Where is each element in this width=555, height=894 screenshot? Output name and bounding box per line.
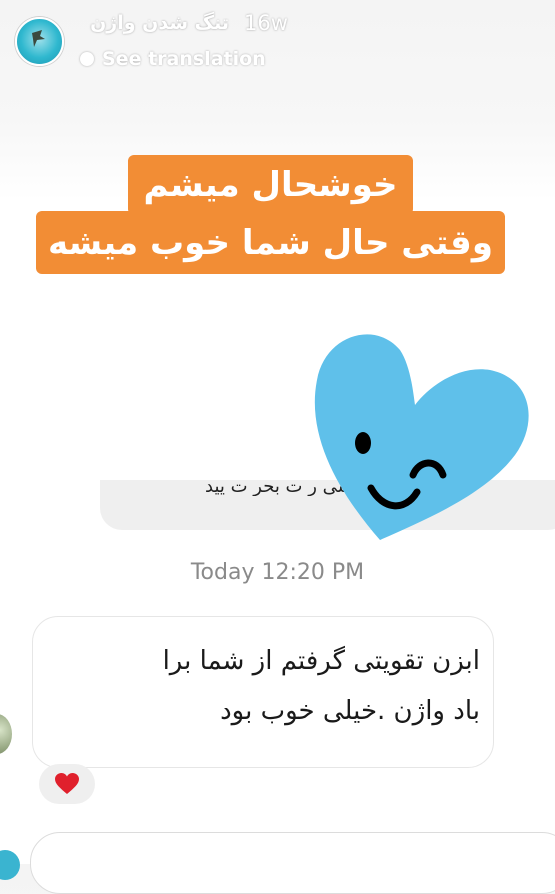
- see-translation-label: See translation: [102, 48, 266, 70]
- next-message-bubble: [30, 832, 555, 894]
- heart-icon: [55, 773, 79, 794]
- story-username[interactable]: تنگ شدن واژن: [90, 12, 229, 34]
- avatar-figure-icon: [32, 30, 45, 47]
- message-reaction[interactable]: [39, 764, 95, 804]
- message-text-line2: باد واژن .خیلی خوب بود: [220, 696, 480, 726]
- sticker-text-line1: خوشحال میشم: [143, 165, 398, 205]
- message-bubble[interactable]: [32, 616, 494, 768]
- story-time-ago: 16w: [244, 11, 288, 35]
- message-timestamp: Today 12:20 PM: [190, 560, 365, 585]
- sticker-text-line2: وقتی حال شما خوب میشه: [48, 223, 493, 263]
- see-translation-link[interactable]: See translation: [80, 48, 266, 70]
- translate-dot-icon: [80, 52, 94, 66]
- winking-heart-icon: [314, 334, 529, 540]
- bottom-avatar: [0, 850, 20, 880]
- message-text-line1: ابزن تقویتی گرفتم از شما برا: [162, 646, 480, 676]
- sender-avatar[interactable]: [0, 714, 12, 754]
